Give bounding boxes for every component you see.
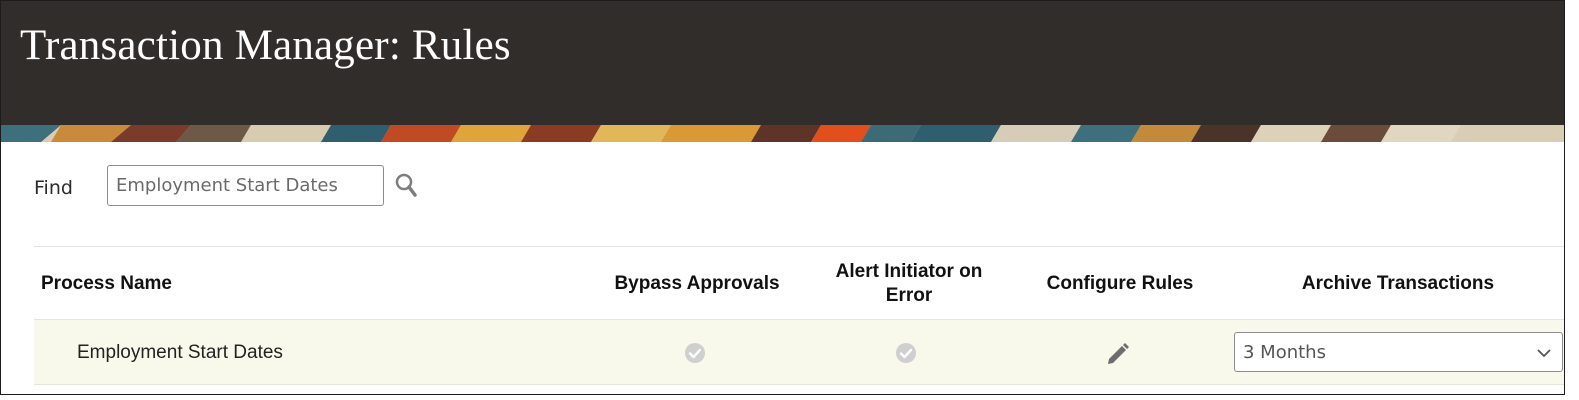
column-header-alert-initiator-line1: Alert Initiator on: [835, 261, 983, 282]
search-button[interactable]: [394, 172, 418, 200]
divider: [34, 246, 1564, 247]
column-header-configure-rules: Configure Rules: [1046, 273, 1194, 294]
pencil-icon: [1108, 343, 1129, 364]
page-header: Transaction Manager: Rules: [1, 1, 1564, 125]
page-title: Transaction Manager: Rules: [20, 22, 511, 69]
decorative-banner: [1, 125, 1564, 142]
configure-rules-button[interactable]: [1105, 341, 1131, 367]
check-circle-icon: [685, 343, 705, 363]
archive-transactions-select[interactable]: 3 Months: [1234, 332, 1563, 372]
archive-transactions-value: 3 Months: [1243, 342, 1326, 363]
column-header-alert-initiator-line2: Error: [885, 285, 933, 306]
column-header-archive-transactions: Archive Transactions: [1301, 273, 1495, 294]
search-input[interactable]: [107, 165, 384, 206]
find-label: Find: [34, 177, 73, 199]
process-name-cell: Employment Start Dates: [77, 342, 283, 363]
chevron-down-icon: [1537, 349, 1551, 358]
column-header-process-name: Process Name: [41, 273, 172, 294]
check-circle-icon: [896, 343, 916, 363]
banner-pattern-icon: [1, 125, 1564, 142]
column-header-bypass-approvals: Bypass Approvals: [614, 273, 780, 294]
magnifier-icon: [395, 173, 417, 197]
app-window: Transaction Manager: Rules Find Employme…: [0, 0, 1565, 395]
